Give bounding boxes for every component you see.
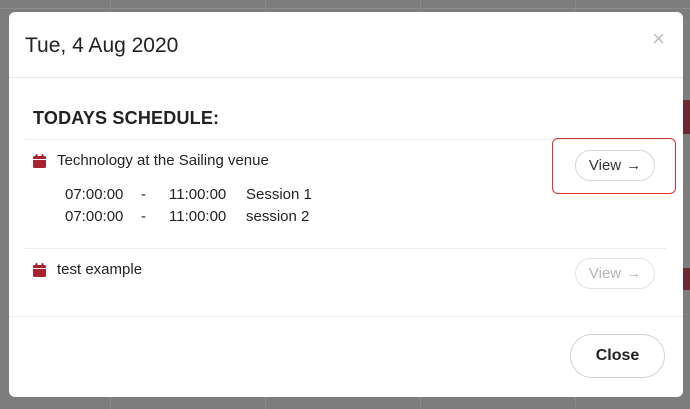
session-dash: - [141,208,146,225]
event-title: Technology at the Sailing venue [57,152,269,169]
modal-header: Tue, 4 Aug 2020 × [9,12,683,78]
event-item: test example [33,261,142,278]
session-end: 11:00:00 [169,208,227,225]
session-end: 11:00:00 [169,186,227,203]
arrow-right-icon: → [626,157,642,174]
session-row: 07:00:00 - 11:00:00 session 2 [65,208,309,225]
close-icon[interactable]: × [652,28,665,50]
schedule-modal: Tue, 4 Aug 2020 × TODAYS SCHEDULE: Techn… [9,12,683,397]
view-button-label: View [588,157,622,174]
backdrop-event [682,100,690,134]
calendar-icon [33,153,46,168]
session-dash: - [141,186,146,203]
view-button-label: View [588,265,622,282]
event-title: test example [57,261,143,278]
calendar-icon [33,262,46,277]
view-button[interactable]: View → [575,150,655,181]
session-start: 07:00:00 [65,186,124,203]
arrow-right-icon: → [626,265,642,282]
view-button[interactable]: View → [575,258,655,289]
session-start: 07:00:00 [65,208,124,225]
backdrop-event [682,268,690,290]
session-name: session 2 [246,208,310,225]
session-row: 07:00:00 - 11:00:00 Session 1 [65,186,312,203]
close-button[interactable]: Close [570,334,665,378]
modal-title: Tue, 4 Aug 2020 [25,34,179,57]
session-name: Session 1 [246,186,312,203]
backdrop-gridline [0,8,690,9]
event-item: Technology at the Sailing venue [33,152,269,169]
section-title: TODAYS SCHEDULE: [33,108,220,128]
footer-divider [9,316,683,317]
divider [25,248,666,249]
